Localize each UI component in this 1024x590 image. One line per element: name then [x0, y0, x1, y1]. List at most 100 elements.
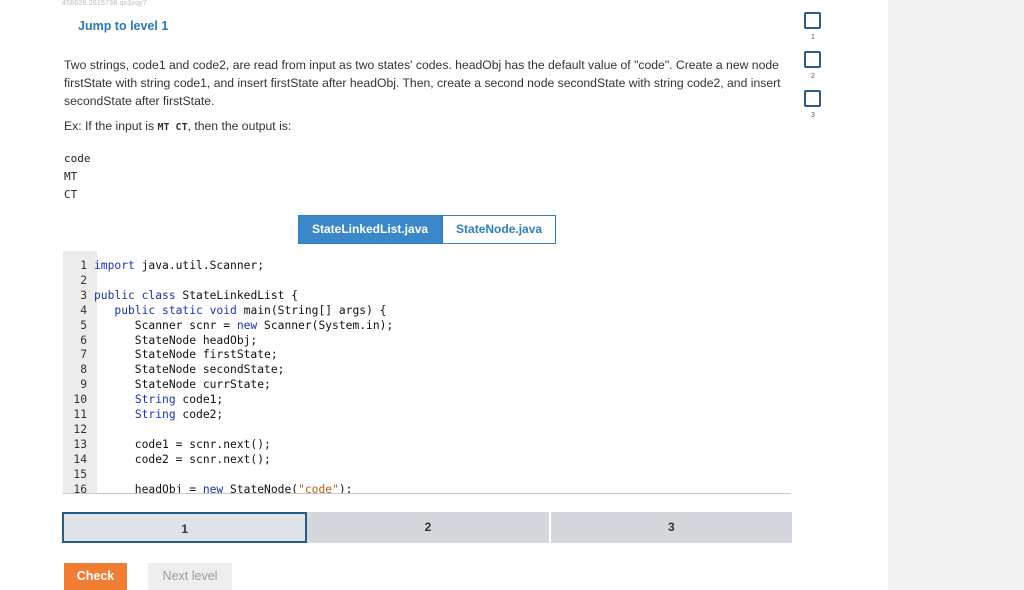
code-token: Scanner(System.in);: [257, 318, 394, 332]
code-token: );: [338, 482, 353, 494]
code-text[interactable]: StateNode headObj;: [94, 334, 257, 349]
code-line[interactable]: 1 import java.util.Scanner;: [63, 259, 791, 274]
expected-output: code MT CT: [64, 150, 91, 204]
code-token: code2;: [175, 408, 224, 422]
code-token: import: [94, 259, 135, 272]
code-text[interactable]: String code2;: [94, 408, 223, 423]
expected-output-line: MT: [64, 170, 78, 183]
code-text[interactable]: headObj = new StateNode("code");: [94, 482, 353, 494]
code-line[interactable]: 3 public class StateLinkedList {: [63, 289, 791, 304]
code-lines[interactable]: 1 import java.util.Scanner; 2 3 public class…: [63, 259, 791, 494]
line-number: 10: [73, 393, 87, 407]
code-text[interactable]: code2 = scnr.next();: [94, 453, 271, 468]
code-token: StateLinkedList {: [175, 288, 299, 302]
level-checkbox[interactable]: [804, 51, 821, 68]
line-number: 7: [80, 348, 87, 362]
level-checkbox[interactable]: [804, 12, 821, 29]
example-input: MT CT: [157, 122, 188, 133]
code-line[interactable]: 5 Scanner scnr = new Scanner(System.in);: [63, 319, 791, 334]
level-checklist: 1 2 3: [802, 12, 824, 129]
code-line[interactable]: 2: [63, 274, 791, 289]
code-text[interactable]: code1 = scnr.next();: [94, 438, 271, 453]
level-checkbox[interactable]: [804, 90, 821, 107]
code-text[interactable]: public class StateLinkedList {: [94, 289, 298, 304]
line-number: 3: [80, 288, 87, 302]
code-text[interactable]: StateNode firstState;: [94, 348, 278, 363]
line-number: 14: [73, 452, 87, 466]
code-line[interactable]: 8 StateNode secondState;: [63, 363, 791, 378]
progress-segment-1[interactable]: 1: [62, 512, 308, 543]
code-text[interactable]: Scanner scnr = new Scanner(System.in);: [94, 319, 393, 334]
line-number: 16: [73, 482, 87, 494]
problem-statement: Two strings, code1 and code2, are read f…: [64, 58, 781, 108]
code-line[interactable]: 15: [63, 468, 791, 483]
code-line[interactable]: 10 String code1;: [63, 393, 791, 408]
file-tabs: StateLinkedList.java StateNode.java: [298, 215, 557, 244]
level-item: 2: [802, 51, 824, 90]
code-token: "code": [298, 482, 339, 494]
line-number: 11: [73, 408, 87, 422]
code-token: StateNode firstState;: [94, 348, 278, 362]
code-editor[interactable]: 1 import java.util.Scanner; 2 3 public class…: [63, 251, 791, 494]
code-token: main(String[] args) {: [236, 303, 387, 317]
level-progress-bar: 1 2 3: [62, 512, 792, 543]
next-level-button[interactable]: Next level: [148, 563, 232, 590]
line-number: 1: [80, 259, 87, 272]
code-line[interactable]: 14 code2 = scnr.next();: [63, 453, 791, 468]
line-number: 12: [73, 422, 87, 436]
progress-segment-2[interactable]: 2: [307, 512, 551, 543]
code-token: code1 = scnr.next();: [94, 437, 271, 451]
code-line[interactable]: 6 StateNode headObj;: [63, 334, 791, 349]
code-line[interactable]: 9 StateNode currState;: [63, 378, 791, 393]
code-token: public class: [94, 288, 176, 302]
tab-statelinkedlist-java[interactable]: StateLinkedList.java: [298, 215, 443, 244]
code-token: headObj =: [94, 482, 203, 494]
code-line[interactable]: 4 public static void main(String[] args)…: [63, 304, 791, 319]
code-token: StateNode secondState;: [94, 363, 285, 377]
expected-output-line: CT: [64, 188, 78, 201]
code-text[interactable]: String code1;: [94, 393, 223, 408]
code-text[interactable]: public static void main(String[] args) {: [94, 304, 386, 319]
code-line[interactable]: 12: [63, 423, 791, 438]
code-line[interactable]: 13 code1 = scnr.next();: [63, 438, 791, 453]
level-item: 1: [802, 12, 824, 51]
level-number: 1: [811, 34, 815, 41]
expected-output-line: code: [64, 152, 91, 165]
code-line[interactable]: 16 headObj = new StateNode("code");: [63, 482, 791, 494]
level-number: 2: [811, 73, 815, 80]
check-button[interactable]: Check: [64, 563, 127, 590]
code-token: code1;: [175, 393, 224, 407]
tab-statenode-java[interactable]: StateNode.java: [442, 215, 557, 244]
code-text[interactable]: StateNode currState;: [94, 378, 271, 393]
example-prefix: Ex: If the input is: [64, 119, 158, 133]
right-gutter: [888, 0, 1024, 590]
code-text[interactable]: import java.util.Scanner;: [94, 259, 264, 274]
line-number: 8: [80, 363, 87, 377]
line-number: 9: [80, 378, 87, 392]
code-line[interactable]: 7 StateNode firstState;: [63, 348, 791, 363]
example-line: Ex: If the input is MT CT, then the outp…: [64, 119, 291, 133]
line-number: 15: [73, 467, 87, 481]
code-token: Scanner scnr =: [94, 318, 237, 332]
code-token: new: [236, 318, 258, 332]
line-number: 5: [80, 318, 87, 332]
code-token: String: [134, 393, 176, 407]
activity-id: 458628.2615738.qx3zqy7: [62, 0, 147, 7]
level-item: 3: [802, 90, 824, 129]
line-number: 13: [73, 437, 87, 451]
code-line[interactable]: 11 String code2;: [63, 408, 791, 423]
code-text[interactable]: StateNode secondState;: [94, 363, 285, 378]
code-token: code2 = scnr.next();: [94, 452, 271, 466]
code-token: new: [202, 482, 224, 494]
code-token: public static void: [114, 303, 237, 317]
line-number: 2: [80, 273, 87, 287]
level-number: 3: [811, 112, 815, 119]
code-token: StateNode(: [223, 482, 299, 494]
code-token: java.util.Scanner;: [134, 259, 265, 272]
progress-segment-3[interactable]: 3: [550, 512, 792, 543]
jump-to-level-link[interactable]: Jump to level 1: [78, 19, 168, 33]
code-token: StateNode headObj;: [94, 333, 258, 347]
